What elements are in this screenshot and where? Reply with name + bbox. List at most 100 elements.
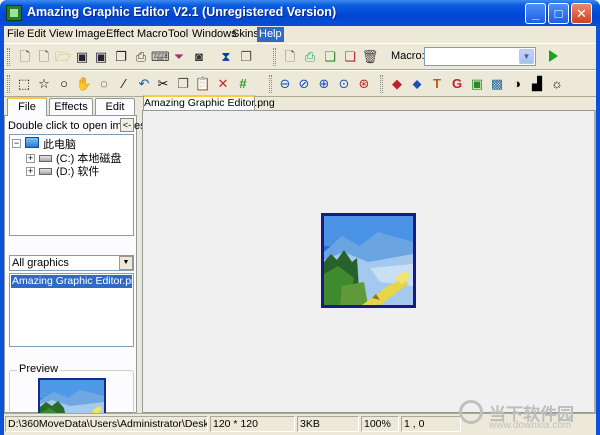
computer-icon <box>25 137 39 148</box>
tools-toolbar: ⬚ ☆ ○ ✋ ◌ ⁄ ↶ ✂ ❐ 📋 ✕ # ⊖ ⊘ ⊕ ⊙ ⊛ ◆ ⬥ T … <box>4 70 596 97</box>
text-tool-icon[interactable]: T <box>428 75 446 93</box>
cut-icon[interactable]: ✂ <box>154 75 172 93</box>
lasso-icon[interactable]: ◌ <box>95 75 113 93</box>
watermark: 当下软件园 www.downxia.com <box>459 398 594 432</box>
tab-file[interactable]: File <box>7 97 47 116</box>
zoom-in-icon[interactable]: ⊕ <box>315 75 333 93</box>
expand-icon[interactable]: + <box>26 154 35 163</box>
menu-effect[interactable]: Effect <box>104 27 136 42</box>
delete-page-icon[interactable]: ❏ <box>341 48 359 66</box>
brightness-icon[interactable]: ☼ <box>548 75 566 93</box>
new-file-icon[interactable]: 🗋 <box>16 48 34 66</box>
print-icon[interactable]: ⎙ <box>132 48 150 66</box>
save-icon[interactable]: ▣ <box>73 48 91 66</box>
polygon-select-icon[interactable]: ☆ <box>35 75 53 93</box>
list-item[interactable]: Amazing Graphic Editor.png <box>11 275 132 288</box>
open-folder-icon[interactable]: 🗁 <box>54 48 72 66</box>
new-page-icon[interactable]: 🗋 <box>281 48 299 66</box>
status-file-path: D:\360MoveData\Users\Administrator\Deskt… <box>5 416 208 432</box>
scanner-icon[interactable]: ⌨ <box>151 48 170 66</box>
menu-edit[interactable]: Edit <box>25 27 48 42</box>
tree-node-drive-d[interactable]: (D:) 软件 <box>56 163 99 179</box>
close-button[interactable]: ✕ <box>571 3 592 24</box>
image-canvas[interactable] <box>142 110 596 413</box>
print-preview-icon[interactable]: ⎙ <box>301 48 319 66</box>
zoom-fit-icon[interactable]: ⊘ <box>295 75 313 93</box>
toolbar-grip[interactable] <box>7 75 10 93</box>
file-list[interactable]: Amazing Graphic Editor.png <box>9 273 134 347</box>
status-zoom: 100% <box>361 416 399 432</box>
watermark-logo-icon <box>459 400 483 424</box>
menu-view[interactable]: View <box>47 27 75 42</box>
new-file-alt-icon[interactable]: 🗋 <box>35 48 53 66</box>
ellipse-select-icon[interactable]: ○ <box>55 75 73 93</box>
toolbar-grip[interactable] <box>380 75 383 93</box>
minimize-button[interactable]: _ <box>525 3 546 24</box>
resize-icon[interactable]: ▣ <box>468 75 486 93</box>
grid-icon[interactable]: # <box>234 75 252 93</box>
title-bar[interactable]: Amazing Graphic Editor V2.1 (Unregistere… <box>0 0 600 26</box>
play-macro-icon[interactable] <box>549 50 558 62</box>
expand-icon[interactable]: + <box>26 167 35 176</box>
file-type-filter[interactable]: All graphics ▼ <box>9 255 134 271</box>
landscape-image <box>324 216 413 305</box>
chevron-down-icon[interactable]: ▼ <box>519 49 534 64</box>
zoom-actual-icon[interactable]: ⊙ <box>335 75 353 93</box>
macro-select[interactable]: ▼ <box>424 47 536 66</box>
toolbar-grip[interactable] <box>7 48 10 66</box>
tab-effects[interactable]: Effects <box>49 98 93 115</box>
image-view[interactable] <box>321 213 416 308</box>
camera-icon[interactable]: ◙ <box>190 48 208 66</box>
app-icon[interactable] <box>6 5 22 21</box>
chevron-down-icon[interactable]: ▼ <box>119 256 133 270</box>
save-all-icon[interactable]: ❐ <box>112 48 130 66</box>
delete-icon[interactable]: ✕ <box>214 75 232 93</box>
window-title: Amazing Graphic Editor V2.1 (Unregistere… <box>27 5 337 19</box>
copy-pages-icon[interactable]: ❐ <box>237 48 255 66</box>
menu-image[interactable]: Image <box>73 27 108 42</box>
menu-bar: File Edit View Image Effect Macro Tool W… <box>4 26 596 43</box>
menu-macro[interactable]: Macro <box>135 27 170 42</box>
trash-icon[interactable]: 🗑 <box>361 48 379 66</box>
contrast-icon[interactable]: ◑ <box>508 75 526 93</box>
image-icon[interactable]: ▩ <box>488 75 506 93</box>
save-as-icon[interactable]: ▣ <box>92 48 110 66</box>
filter-icon[interactable]: ⏷ <box>170 48 188 66</box>
toolbar-grip[interactable] <box>273 48 276 66</box>
document-tab[interactable]: Amazing Graphic Editor.png <box>143 95 275 110</box>
menu-help[interactable]: Help <box>257 27 284 42</box>
undo-icon[interactable]: ↶ <box>135 75 153 93</box>
menu-file[interactable]: File <box>5 27 27 42</box>
client-area: File Edit View Image Effect Macro Tool W… <box>4 26 596 435</box>
levels-icon[interactable]: ▟ <box>528 75 546 93</box>
rotate-icon[interactable]: G <box>448 75 466 93</box>
maximize-button[interactable]: □ <box>548 3 569 24</box>
flip-vertical-icon[interactable]: ⬥ <box>408 75 426 93</box>
status-coordinates: 1 , 0 <box>401 416 461 432</box>
flip-horizontal-icon[interactable]: ◆ <box>388 75 406 93</box>
export-icon[interactable]: ❏ <box>321 48 339 66</box>
hand-icon[interactable]: ✋ <box>75 75 93 93</box>
menu-tool[interactable]: Tool <box>166 27 190 42</box>
watermark-url: www.downxia.com <box>489 420 572 431</box>
hourglass-icon[interactable]: ⧗ <box>217 48 235 66</box>
rect-select-icon[interactable]: ⬚ <box>15 75 33 93</box>
status-file-size: 3KB <box>297 416 359 432</box>
paste-icon[interactable]: 📋 <box>194 75 212 93</box>
filter-value: All graphics <box>12 257 69 269</box>
magic-wand-icon[interactable]: ⁄ <box>115 75 133 93</box>
tab-edit[interactable]: Edit <box>95 98 135 115</box>
zoom-out-icon[interactable]: ⊖ <box>276 75 294 93</box>
file-tab-body: Double click to open images <- − 此电脑 + (… <box>4 115 146 432</box>
copy-icon[interactable]: ❐ <box>174 75 192 93</box>
preview-label: Preview <box>17 363 61 375</box>
macro-label: Macro: <box>391 50 425 62</box>
drive-icon <box>39 155 52 162</box>
folder-tree[interactable]: − 此电脑 + (C:) 本地磁盘 + (D:) 软件 <box>9 134 134 236</box>
drive-icon <box>39 168 52 175</box>
back-button[interactable]: <- <box>120 118 134 132</box>
main-toolbar: 🗋 🗋 🗁 ▣ ▣ ❐ ⎙ ⌨ ⏷ ◙ ⧗ ❐ 🗋 ⎙ ❏ ❏ 🗑 Macro:… <box>4 43 596 70</box>
zoom-window-icon[interactable]: ⊛ <box>355 75 373 93</box>
toolbar-grip[interactable] <box>269 75 272 93</box>
collapse-icon[interactable]: − <box>12 139 21 148</box>
